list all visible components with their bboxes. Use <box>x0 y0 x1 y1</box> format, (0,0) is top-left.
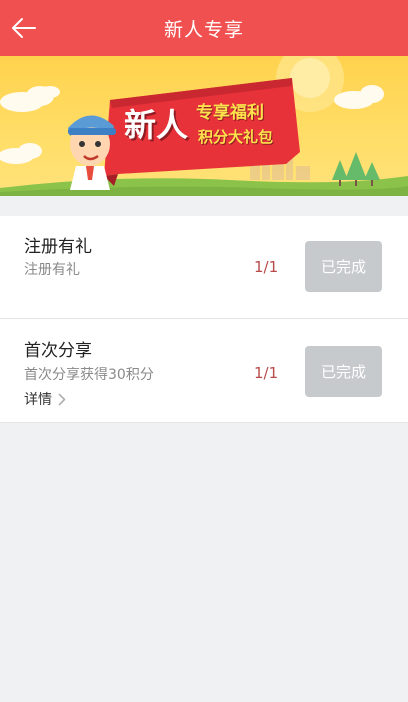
task-progress: 1/1 <box>254 364 279 382</box>
task-title: 注册有礼 <box>24 237 92 257</box>
arrow-left-icon <box>12 18 36 38</box>
task-description: 首次分享获得30积分 <box>24 367 154 383</box>
task-description: 注册有礼 <box>24 262 80 278</box>
task-title: 首次分享 <box>24 341 92 361</box>
section-spacer <box>0 196 408 216</box>
task-row-register: 注册有礼 注册有礼 1/1 已完成 <box>0 216 408 319</box>
banner-subline: 积分大礼包 <box>198 128 274 146</box>
completed-button[interactable]: 已完成 <box>305 346 382 397</box>
task-progress: 1/1 <box>254 258 279 276</box>
top-bar: 新人专享 <box>0 0 408 56</box>
banner-headline-small: 专享福利 <box>196 103 264 123</box>
banner-headline-big: 新人 <box>124 106 189 144</box>
page-title: 新人专享 <box>163 18 244 41</box>
completed-button[interactable]: 已完成 <box>305 241 382 292</box>
promo-banner[interactable]: 新人 专享福利 积分大礼包 <box>0 56 408 196</box>
chevron-right-icon <box>58 393 66 405</box>
details-link[interactable]: 详情 <box>24 389 66 409</box>
details-label: 详情 <box>24 392 52 408</box>
back-button[interactable] <box>6 10 42 46</box>
task-list: 注册有礼 注册有礼 1/1 已完成 首次分享 首次分享获得30积分 1/1 已完… <box>0 216 408 423</box>
task-row-first-share: 首次分享 首次分享获得30积分 1/1 已完成 详情 <box>0 319 408 423</box>
